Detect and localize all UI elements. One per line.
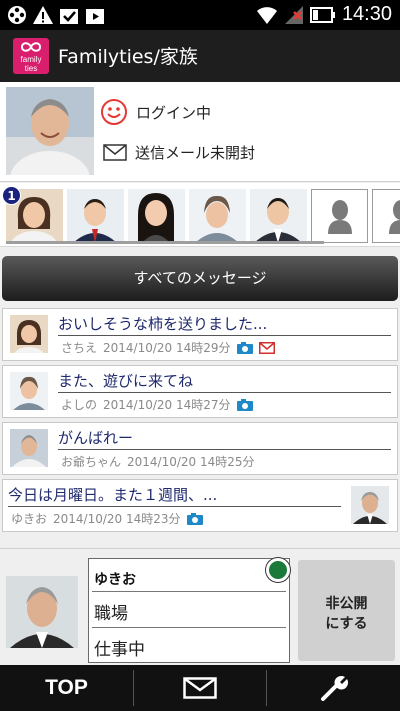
check-bag-icon [60,9,78,24]
empty-member-slot[interactable] [311,189,368,243]
message-item[interactable]: がんばれー お爺ちゃん 2014/10/20 14時25分 [2,422,398,475]
nav-top-button[interactable]: TOP [0,665,133,711]
member-status-card[interactable]: ゆきお 職場 仕事中 [88,558,290,663]
message-datetime: 2014/10/20 14時25分 [127,455,255,469]
divider [58,392,391,393]
divider [58,449,391,450]
empty-member-slot-2[interactable] [372,189,400,243]
divider [92,591,286,592]
camera-icon [236,341,253,354]
message-sender: さちえ [61,341,98,355]
family-member-yoshino[interactable] [189,189,246,243]
app-title: Familyties/家族 [58,46,198,68]
family-member-man[interactable] [250,189,307,243]
all-messages-button[interactable]: すべてのメッセージ [2,256,398,301]
message-sender: お爺ちゃん [61,455,122,469]
make-private-button[interactable]: 非公開 にする [298,560,395,661]
divider [92,627,286,628]
member-activity: 仕事中 [94,640,145,660]
member-location: 職場 [94,604,128,624]
app-header: family ties Familyties/家族 [0,30,400,82]
message-title: 今日は月曜日。また１週間、... [8,486,218,504]
family-member-daughter[interactable] [128,189,185,243]
online-status-dot [266,558,290,582]
camera-icon [186,512,203,525]
mail-status-text: 送信メール未開封 [135,144,256,162]
unread-badge: 1 [2,186,21,205]
mail-icon [258,341,275,354]
divider [8,506,341,507]
logo-word-1: family [20,55,42,64]
sender-avatar [351,486,389,524]
message-item[interactable]: また、遊びに来てね よしの 2014/10/20 14時27分 [2,365,398,418]
person-placeholder-icon [389,200,400,234]
camera-icon [236,398,253,411]
infinity-logo-icon [20,42,42,52]
smiley-icon [101,99,127,125]
status-bar: 14:30 [0,0,400,30]
app-screen: 14:30 family ties Familyties/家族 ログイン中 送信… [0,0,400,711]
mail-status-row: 送信メール未開封 [100,142,255,163]
member-name: ゆきお [94,572,136,588]
film-reel-icon [8,6,26,24]
nav-mail-button[interactable] [134,665,266,711]
message-datetime: 2014/10/20 14時29分 [103,341,231,355]
wrench-icon [320,675,348,701]
message-sender: よしの [61,398,98,412]
sender-avatar [10,429,48,467]
message-title: おいしそうな柿を送りました... [58,315,268,333]
message-sender: ゆきお [11,512,48,526]
login-status-text: ログイン中 [136,103,212,122]
message-datetime: 2014/10/20 14時27分 [103,398,231,412]
nav-settings-button[interactable] [267,665,400,711]
my-avatar[interactable] [6,87,94,175]
message-datetime: 2014/10/20 14時23分 [53,512,181,526]
battery-icon [309,6,335,23]
familyties-logo: family ties [13,38,49,74]
message-title: また、遊びに来てね [58,372,194,390]
logo-word-2: ties [24,64,38,73]
make-private-label-1: 非公開 [325,596,368,612]
wifi-icon [256,6,277,24]
message-item[interactable]: 今日は月曜日。また１週間、... ゆきお 2014/10/20 14時23分 [2,479,398,532]
message-item[interactable]: おいしそうな柿を送りました... さちえ 2014/10/20 14時29分 [2,308,398,361]
warning-icon [33,6,53,24]
make-private-label-2: にする [325,616,368,632]
clock: 14:30 [341,3,392,25]
my-profile-panel: ログイン中 送信メール未開封 [0,82,400,182]
family-member-strip [0,183,400,247]
message-title: がんばれー [58,429,134,447]
divider [58,335,391,336]
bottom-navigation: TOP [0,665,400,711]
person-placeholder-icon [328,200,352,234]
selected-member-avatar[interactable] [6,576,78,648]
family-member-son[interactable] [67,189,124,243]
sender-avatar [10,315,48,353]
no-signal-icon [284,5,303,24]
mail-icon [103,144,127,161]
sender-avatar [10,372,48,410]
login-status-row: ログイン中 [100,98,211,126]
mail-icon [183,677,217,699]
nav-top-label: TOP [45,676,88,699]
play-store-icon [86,9,104,24]
family-strip-scrollbar [6,241,324,244]
